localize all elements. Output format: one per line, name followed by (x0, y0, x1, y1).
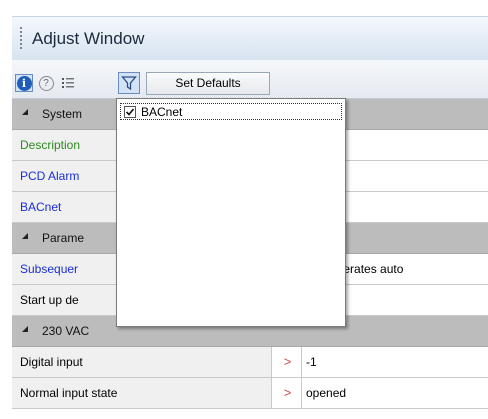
title-bar: Adjust Window (12, 16, 488, 61)
info-button[interactable]: i (15, 74, 33, 92)
filter-dropdown: BACnet (116, 98, 346, 327)
checkbox[interactable] (124, 106, 136, 118)
list-view-button[interactable] (59, 74, 77, 92)
chevron-right-icon[interactable]: > (274, 347, 302, 377)
filter-option-bacnet[interactable]: BACnet (120, 103, 342, 120)
info-icon: i (16, 75, 32, 91)
filter-option-label: BACnet (141, 105, 183, 119)
collapse-triangle-icon[interactable] (22, 233, 28, 239)
category-label: System (42, 107, 83, 121)
property-name: Normal input state (12, 378, 272, 408)
property-value[interactable]: -1 (302, 347, 488, 377)
drag-grip-icon[interactable] (20, 27, 24, 49)
filter-icon (121, 76, 137, 91)
collapse-triangle-icon[interactable] (22, 109, 28, 115)
row-normal-input-state[interactable]: Normal input state > opened (12, 378, 488, 409)
property-name: Digital input (12, 347, 272, 377)
property-value[interactable]: opened (302, 378, 488, 408)
toolbar: i ? Set Defaults (12, 60, 488, 99)
help-button[interactable]: ? (37, 74, 55, 92)
set-defaults-button[interactable]: Set Defaults (146, 72, 270, 95)
chevron-right-icon[interactable]: > (274, 378, 302, 408)
row-digital-input[interactable]: Digital input > -1 (12, 347, 488, 378)
filter-button[interactable] (118, 72, 140, 94)
checkmark-icon (125, 108, 135, 116)
window-title: Adjust Window (32, 29, 145, 48)
category-label: Parame (42, 231, 85, 245)
help-icon: ? (38, 75, 54, 91)
category-label: 230 VAC (42, 324, 90, 338)
list-icon (62, 78, 74, 88)
collapse-triangle-icon[interactable] (22, 326, 28, 332)
adjust-window: Adjust Window i ? Set Defaults System De… (0, 0, 488, 419)
